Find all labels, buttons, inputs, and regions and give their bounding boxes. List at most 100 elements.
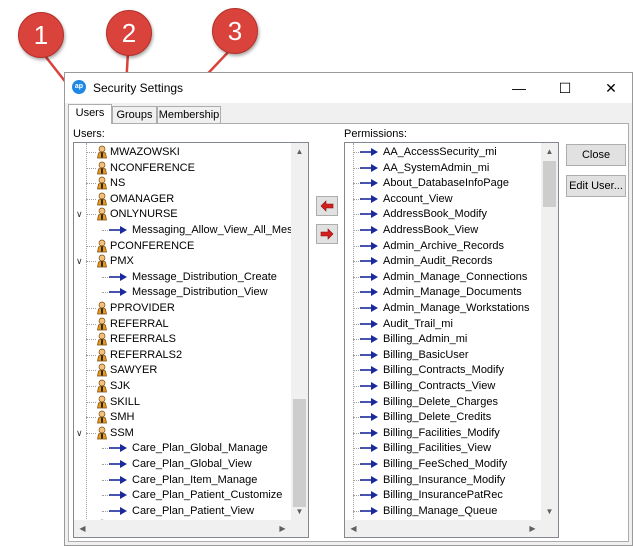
permission-tree-item[interactable]: Billing_Delete_Credits <box>345 409 541 425</box>
user-tree-item[interactable]: REFERRAL <box>74 316 291 332</box>
user-tree-item[interactable]: NCONFERENCE <box>74 160 291 176</box>
user-permission-item[interactable]: Message_Distribution_Create <box>74 269 291 285</box>
user-tree-item[interactable]: REFERRALS <box>74 331 291 347</box>
permission-arrow-icon <box>360 163 378 172</box>
permissions-vertical-scrollbar[interactable]: ▲ ▼ <box>541 143 558 520</box>
close-window-button[interactable]: ✕ <box>588 73 633 103</box>
users-horizontal-scrollbar[interactable]: ◀ ▶ <box>74 520 291 537</box>
red-right-arrow-icon <box>320 228 334 240</box>
edit-user-button[interactable]: Edit User... <box>566 175 626 197</box>
permission-tree-item[interactable]: AddressBook_Modify <box>345 206 541 222</box>
permission-name-label: Admin_Manage_Documents <box>383 286 522 299</box>
add-permission-button[interactable] <box>316 224 338 244</box>
user-tree-item[interactable]: PPROVIDER <box>74 300 291 316</box>
user-icon <box>97 192 107 206</box>
tree-connector-line <box>86 323 96 325</box>
permissions-tree[interactable]: AA_AccessSecurity_mi AA_SystemAdmin_mi Abo… <box>344 142 559 538</box>
users-vertical-scrollbar[interactable]: ▲ ▼ <box>291 143 308 520</box>
permission-name-label: Audit_Trail_mi <box>383 317 453 330</box>
user-tree-item[interactable]: SMH <box>74 409 291 425</box>
permission-arrow-icon <box>109 444 127 453</box>
user-permission-item[interactable]: Care_Plan_Patient_Customize <box>74 487 291 503</box>
scroll-up-arrow-icon[interactable]: ▲ <box>541 143 558 160</box>
permission-tree-item[interactable]: AddressBook_View <box>345 222 541 238</box>
tree-connector-line <box>86 308 96 309</box>
user-tree-item[interactable]: REFERRALS2 <box>74 347 291 363</box>
user-permission-item[interactable]: Care_Plan_Patient_View <box>74 503 291 519</box>
tab-users[interactable]: Users <box>68 104 112 124</box>
permission-tree-item[interactable]: Billing_Delete_Charges <box>345 394 541 410</box>
scroll-left-arrow-icon[interactable]: ◀ <box>345 520 362 537</box>
user-tree-item[interactable]: SAWYER <box>74 362 291 378</box>
permission-tree-item[interactable]: Admin_Manage_Documents <box>345 284 541 300</box>
tree-connector-line <box>86 261 96 263</box>
scroll-down-arrow-icon[interactable]: ▼ <box>291 503 308 520</box>
user-name-label: REFERRAL <box>110 317 169 330</box>
user-name-label: SKILL <box>110 395 140 408</box>
permission-tree-item[interactable]: AA_SystemAdmin_mi <box>345 160 541 176</box>
chevron-down-icon[interactable]: ∨ <box>76 206 83 222</box>
user-permission-item[interactable]: Care_Plan_Global_Manage <box>74 440 291 456</box>
permission-tree-item[interactable]: Admin_Audit_Records <box>345 253 541 269</box>
permission-tree-item[interactable]: Billing_Manage_Queue <box>345 503 541 519</box>
permission-tree-item[interactable]: About_DatabaseInfoPage <box>345 175 541 191</box>
permission-tree-item[interactable]: Billing_Contracts_View <box>345 378 541 394</box>
user-icon <box>97 426 107 440</box>
permission-tree-item[interactable]: Billing_FeeSched_Modify <box>345 456 541 472</box>
user-tree-item[interactable]: PCONFERENCE <box>74 238 291 254</box>
permission-tree-item[interactable]: Account_View <box>345 191 541 207</box>
permission-arrow-icon <box>109 272 127 281</box>
remove-permission-button[interactable] <box>316 196 338 216</box>
permission-tree-item[interactable]: Billing_Admin_mi <box>345 331 541 347</box>
user-tree-item[interactable]: ∨ SSM <box>74 425 291 441</box>
user-permission-item[interactable]: Care_Plan_Item_Manage <box>74 472 291 488</box>
scroll-right-arrow-icon[interactable]: ▶ <box>274 520 291 537</box>
permission-tree-item[interactable]: AA_AccessSecurity_mi <box>345 144 541 160</box>
callout-1-badge: 1 <box>18 12 64 58</box>
permission-tree-item[interactable]: Billing_InsurancePatRec <box>345 487 541 503</box>
tab-membership[interactable]: Membership <box>157 106 221 123</box>
scroll-down-arrow-icon[interactable]: ▼ <box>541 503 558 520</box>
scroll-up-arrow-icon[interactable]: ▲ <box>291 143 308 160</box>
permission-tree-item[interactable]: Billing_BasicUser <box>345 347 541 363</box>
permission-tree-item[interactable]: Admin_Archive_Records <box>345 238 541 254</box>
user-icon <box>97 176 107 190</box>
permission-arrow-icon <box>360 428 378 437</box>
user-tree-item[interactable]: ∨ PMX <box>74 253 291 269</box>
maximize-button[interactable]: ☐ <box>542 73 588 103</box>
permissions-horizontal-scrollbar[interactable]: ◀ ▶ <box>345 520 541 537</box>
permission-name-label: Billing_Admin_mi <box>383 333 468 346</box>
user-tree-item[interactable]: OMANAGER <box>74 191 291 207</box>
user-permission-item[interactable]: Message_Distribution_View <box>74 284 291 300</box>
user-name-label: MWAZOWSKI <box>110 146 180 158</box>
permission-tree-item[interactable]: Billing_Facilities_Modify <box>345 425 541 441</box>
chevron-down-icon[interactable]: ∨ <box>76 253 83 269</box>
users-tree[interactable]: MWAZOWSKI NCONFERENCE NS OMANAGER ∨ ONLYNURSE… <box>73 142 309 538</box>
minimize-button[interactable]: — <box>496 73 542 103</box>
red-left-arrow-icon <box>320 200 334 212</box>
permission-arrow-icon <box>109 491 127 500</box>
tree-connector-line <box>86 152 96 153</box>
close-button[interactable]: Close <box>566 144 626 166</box>
users-scroll-thumb[interactable] <box>293 399 306 507</box>
user-tree-item[interactable]: SJK <box>74 378 291 394</box>
permissions-scroll-thumb[interactable] <box>543 161 556 207</box>
user-permission-item[interactable]: Messaging_Allow_View_All_Mes <box>74 222 293 238</box>
user-tree-item[interactable]: SKILL <box>74 394 291 410</box>
user-tree-item[interactable]: ∨ ONLYNURSE <box>74 206 291 222</box>
tree-trunk-line <box>353 143 354 523</box>
user-permission-item[interactable]: Care_Plan_Global_View <box>74 456 291 472</box>
user-tree-item[interactable]: NS <box>74 175 291 191</box>
permission-name-label: Care_Plan_Item_Manage <box>132 473 258 486</box>
permission-tree-item[interactable]: Admin_Manage_Workstations <box>345 300 541 316</box>
chevron-down-icon[interactable]: ∨ <box>76 425 83 441</box>
scroll-right-arrow-icon[interactable]: ▶ <box>524 520 541 537</box>
scroll-left-arrow-icon[interactable]: ◀ <box>74 520 91 537</box>
permission-tree-item[interactable]: Billing_Facilities_View <box>345 440 541 456</box>
permission-tree-item[interactable]: Admin_Manage_Connections <box>345 269 541 285</box>
permission-tree-item[interactable]: Billing_Contracts_Modify <box>345 362 541 378</box>
tab-groups[interactable]: Groups <box>112 106 157 123</box>
user-tree-item[interactable]: MWAZOWSKI <box>74 144 291 160</box>
permission-tree-item[interactable]: Billing_Insurance_Modify <box>345 472 541 488</box>
permission-tree-item[interactable]: Audit_Trail_mi <box>345 316 541 332</box>
